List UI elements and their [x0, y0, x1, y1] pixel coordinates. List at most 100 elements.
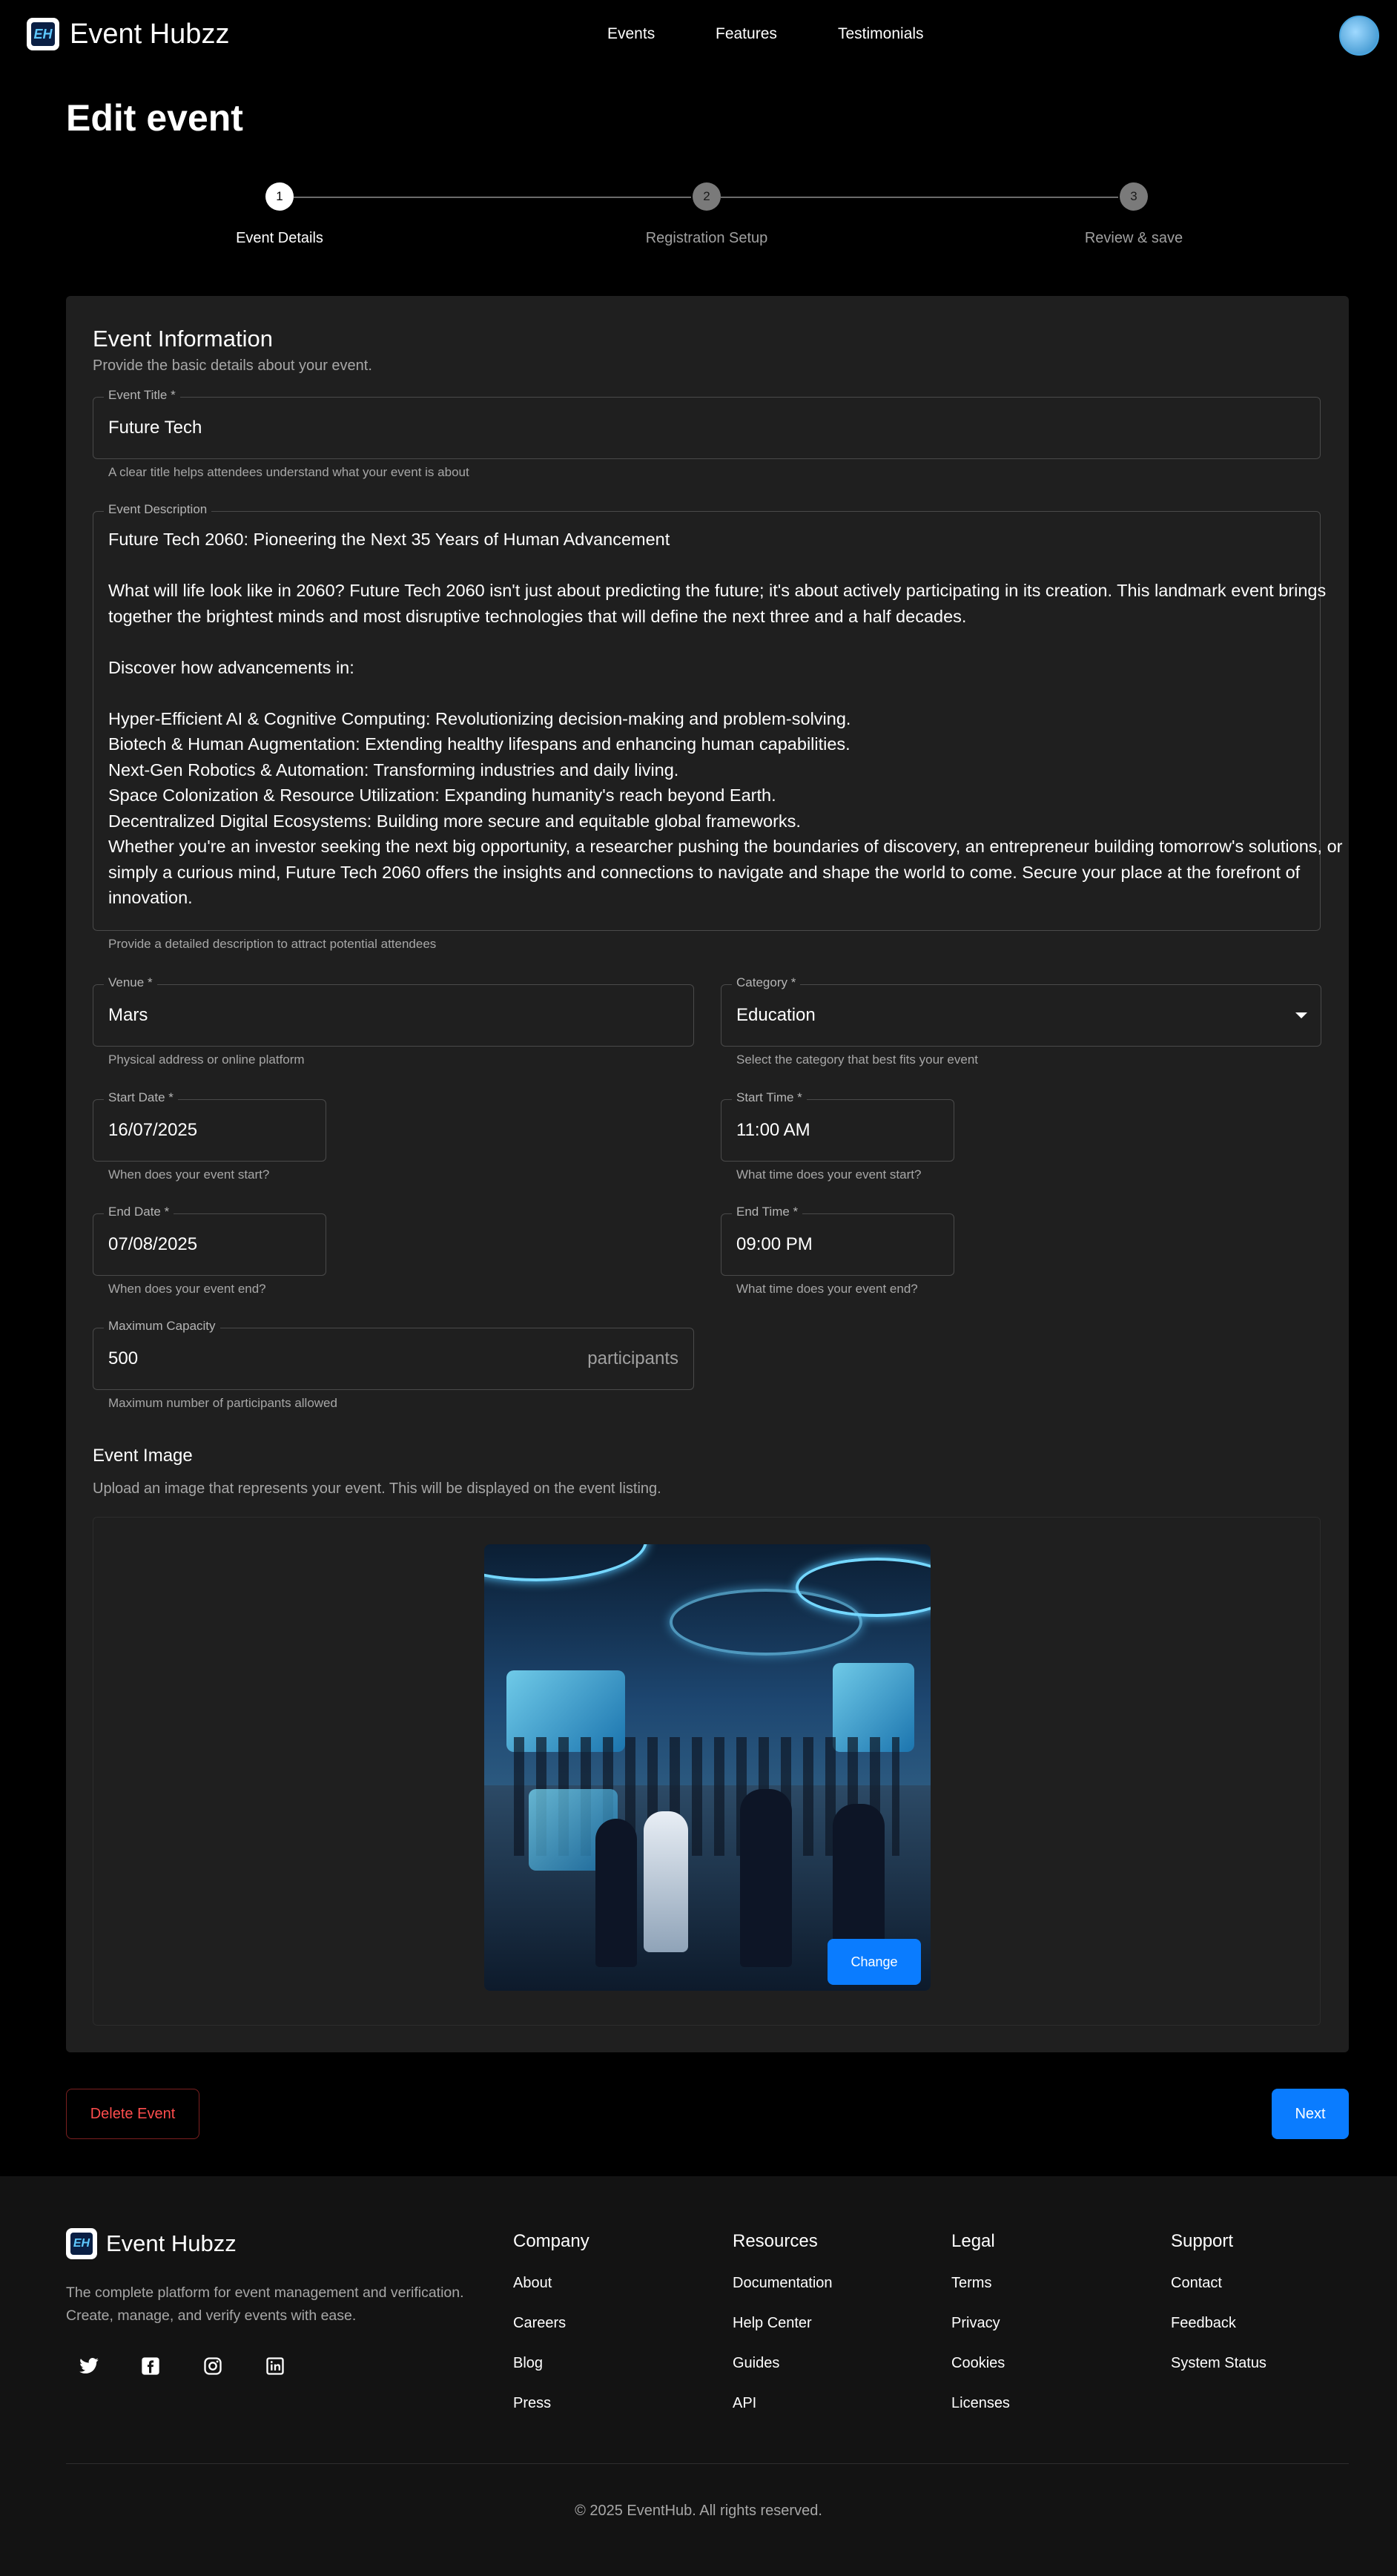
venue-label: Venue *	[104, 975, 157, 990]
start-time-helper: What time does your event start?	[736, 1167, 922, 1182]
footer-column-title: Legal	[951, 2231, 995, 2251]
capacity-helper: Maximum number of participants allowed	[108, 1396, 337, 1410]
end-date-helper: When does your event end?	[108, 1282, 266, 1296]
end-date-label: End Date *	[104, 1205, 174, 1219]
nav-link-events[interactable]: Events	[607, 25, 655, 43]
venue-input[interactable]: Mars	[108, 1005, 148, 1026]
step-3-label: Review & save	[1084, 230, 1183, 246]
next-button[interactable]: Next	[1272, 2089, 1349, 2139]
footer: EH Event Hubzz The complete platform for…	[0, 2176, 1397, 2576]
user-avatar[interactable]	[1339, 16, 1379, 56]
footer-link-system-status[interactable]: System Status	[1171, 2354, 1266, 2394]
footer-description: The complete platform for event manageme…	[66, 2285, 464, 2324]
end-date-input[interactable]: 07/08/2025	[108, 1234, 197, 1255]
footer-divider	[66, 2463, 1349, 2464]
footer-column-company: Company About Careers Blog Press	[513, 2231, 589, 2434]
end-time-label: End Time *	[732, 1205, 803, 1219]
step-2-indicator[interactable]: 2	[693, 182, 721, 211]
linkedin-icon[interactable]	[260, 2351, 290, 2381]
end-time-helper: What time does your event end?	[736, 1282, 918, 1296]
event-title-helper: A clear title helps attendees understand…	[108, 465, 469, 479]
instagram-icon[interactable]	[198, 2351, 228, 2381]
section-title-event-image: Event Image	[93, 1446, 193, 1466]
capacity-suffix: participants	[587, 1348, 678, 1368]
logo-icon: EH	[66, 2228, 97, 2259]
chevron-down-icon[interactable]	[1295, 1012, 1307, 1018]
brand[interactable]: EH Event Hubzz	[27, 18, 229, 50]
start-date-field[interactable]: Start Date * 16/07/2025	[93, 1090, 326, 1162]
footer-column-title: Support	[1171, 2231, 1234, 2251]
copyright: © 2025 EventHub. All rights reserved.	[575, 2503, 822, 2519]
footer-link-terms[interactable]: Terms	[951, 2274, 1010, 2314]
step-1-indicator[interactable]: 1	[265, 182, 294, 211]
footer-link-privacy[interactable]: Privacy	[951, 2314, 1010, 2354]
brand-name: Event Hubzz	[70, 18, 230, 50]
top-navbar: EH Event Hubzz Events Features Testimoni…	[0, 0, 1397, 71]
section-title-event-information: Event Information	[93, 326, 273, 352]
footer-brand-name: Event Hubzz	[106, 2230, 237, 2256]
image-decor	[644, 1811, 688, 1952]
venue-field[interactable]: Venue * Mars	[93, 975, 694, 1047]
footer-column-title: Resources	[733, 2231, 818, 2251]
description-paragraph: Hyper-Efficient AI & Cognitive Computing…	[108, 708, 1343, 908]
step-connector	[721, 197, 1118, 198]
category-select[interactable]: Category * Education	[721, 975, 1321, 1047]
image-decor	[484, 1544, 647, 1581]
step-1-label: Event Details	[236, 230, 323, 246]
image-decor	[595, 1819, 637, 1967]
capacity-input[interactable]: 500	[108, 1348, 138, 1369]
step-connector	[294, 197, 691, 198]
venue-helper: Physical address or online platform	[108, 1053, 305, 1067]
start-date-input[interactable]: 16/07/2025	[108, 1120, 197, 1141]
start-time-input[interactable]: 11:00 AM	[736, 1120, 810, 1141]
twitter-icon[interactable]	[74, 2351, 104, 2381]
nav-link-testimonials[interactable]: Testimonials	[838, 25, 924, 43]
event-form-card: Event Information Provide the basic deta…	[66, 296, 1349, 2052]
footer-column-legal: Legal Terms Privacy Cookies Licenses	[951, 2231, 1010, 2434]
footer-link-licenses[interactable]: Licenses	[951, 2394, 1010, 2434]
footer-link-guides[interactable]: Guides	[733, 2354, 833, 2394]
footer-link-cookies[interactable]: Cookies	[951, 2354, 1010, 2394]
start-date-label: Start Date *	[104, 1090, 178, 1105]
event-description-field[interactable]: Event Description Future Tech 2060: Pion…	[93, 502, 1342, 931]
footer-link-press[interactable]: Press	[513, 2394, 589, 2434]
category-value: Education	[736, 1005, 816, 1025]
facebook-icon[interactable]	[136, 2351, 165, 2381]
image-upload-area[interactable]: Change	[93, 1517, 1321, 2026]
footer-column-support: Support Contact Feedback System Status	[1171, 2231, 1266, 2394]
start-time-label: Start Time *	[732, 1090, 807, 1105]
footer-link-contact[interactable]: Contact	[1171, 2274, 1266, 2314]
footer-link-documentation[interactable]: Documentation	[733, 2274, 833, 2314]
change-image-button[interactable]: Change	[828, 1939, 921, 1985]
nav-link-features[interactable]: Features	[716, 25, 777, 43]
event-title-label: Event Title *	[104, 388, 180, 403]
end-time-input[interactable]: 09:00 PM	[736, 1234, 813, 1255]
event-image-subtitle: Upload an image that represents your eve…	[93, 1480, 661, 1497]
section-subtitle: Provide the basic details about your eve…	[93, 358, 372, 374]
footer-link-feedback[interactable]: Feedback	[1171, 2314, 1266, 2354]
footer-link-api[interactable]: API	[733, 2394, 833, 2434]
image-decor	[670, 1589, 862, 1656]
footer-brand[interactable]: EH Event Hubzz	[66, 2228, 237, 2259]
footer-link-blog[interactable]: Blog	[513, 2354, 589, 2394]
end-date-field[interactable]: End Date * 07/08/2025	[93, 1205, 326, 1276]
event-description-label: Event Description	[104, 502, 212, 517]
start-time-field[interactable]: Start Time * 11:00 AM	[721, 1090, 954, 1162]
delete-event-button[interactable]: Delete Event	[66, 2089, 199, 2139]
event-title-input[interactable]: Future Tech	[108, 418, 202, 438]
end-time-field[interactable]: End Time * 09:00 PM	[721, 1205, 954, 1276]
category-label: Category *	[732, 975, 801, 990]
description-paragraph: Discover how advancements in:	[108, 657, 354, 677]
event-description-helper: Provide a detailed description to attrac…	[108, 937, 437, 951]
page-title: Edit event	[66, 97, 243, 139]
footer-link-careers[interactable]: Careers	[513, 2314, 589, 2354]
description-paragraph: Future Tech 2060: Pioneering the Next 35…	[108, 530, 670, 549]
capacity-label: Maximum Capacity	[104, 1319, 220, 1334]
capacity-field[interactable]: Maximum Capacity 500 participants	[93, 1319, 694, 1390]
footer-link-about[interactable]: About	[513, 2274, 589, 2314]
step-3-indicator[interactable]: 3	[1120, 182, 1148, 211]
event-description-textarea[interactable]: Future Tech 2060: Pioneering the Next 35…	[108, 527, 1365, 911]
event-title-field[interactable]: Event Title * Future Tech	[93, 388, 1321, 459]
description-paragraph: What will life look like in 2060? Future…	[108, 581, 1331, 626]
footer-link-help-center[interactable]: Help Center	[733, 2314, 833, 2354]
